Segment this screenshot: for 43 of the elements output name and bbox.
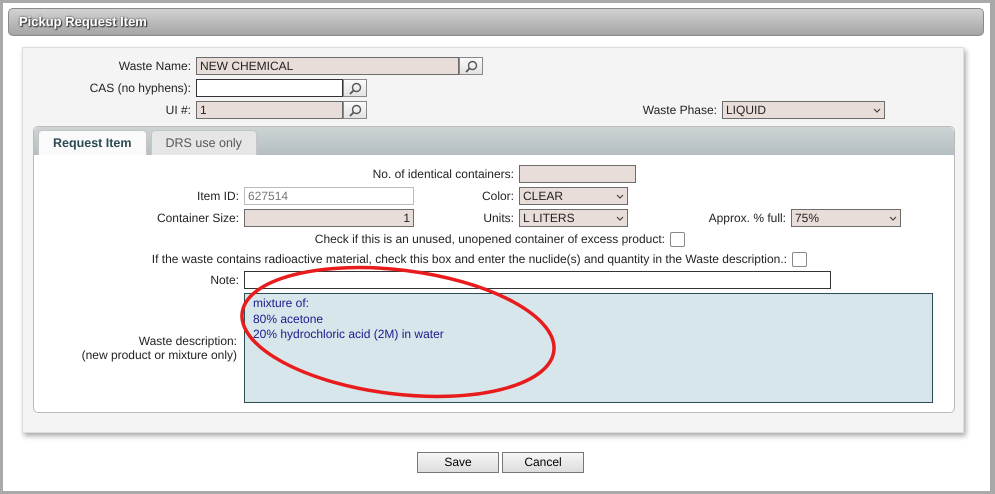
search-icon (464, 60, 478, 72)
input-field[interactable]: 1 (196, 101, 343, 119)
checkbox[interactable] (670, 232, 685, 246)
checkbox-label: If the waste contains radioactive material, check this box and enter the nuclide(s) and quantity in the Waste description.: (152, 252, 787, 266)
checkbox-label: Check if this is an unused, unopened container of excess product: (314, 232, 665, 246)
input-field[interactable] (244, 271, 831, 289)
input-field[interactable] (519, 165, 636, 183)
caret-icon (873, 108, 881, 112)
field-label: Waste Phase: (642, 102, 717, 117)
search-icon (348, 82, 362, 94)
field-label: Waste Name: (118, 58, 191, 73)
window-title: Pickup Request Item (19, 14, 147, 30)
field-label: No. of identical containers: (372, 166, 514, 181)
input-field[interactable]: NEW CHEMICAL (196, 57, 459, 75)
input-field[interactable] (196, 79, 343, 97)
field-label: UI #: (166, 102, 191, 117)
field-label: Units: (483, 210, 514, 225)
search-button[interactable] (343, 79, 367, 97)
search-button[interactable] (459, 57, 483, 75)
input-field[interactable]: 1 (244, 209, 414, 227)
dropdown[interactable]: CLEAR (519, 187, 628, 205)
form-button[interactable]: Cancel (502, 452, 584, 473)
checkbox[interactable] (792, 252, 807, 266)
field-label: Approx. % full: (708, 210, 786, 225)
field-label: Waste description: (138, 334, 237, 348)
dropdown[interactable]: 75% (791, 209, 901, 227)
field-label: Note: (210, 272, 239, 287)
search-icon (348, 104, 362, 116)
dropdown[interactable]: L LITERS (519, 209, 628, 227)
tab[interactable]: Request Item (38, 130, 146, 155)
field-label: Color: (482, 188, 514, 203)
caret-icon (616, 194, 624, 198)
caret-icon (616, 216, 624, 220)
description-textarea[interactable]: mixture of: 80% acetone 20% hydrochloric acid (2M) in water (244, 293, 933, 403)
field-hint: (new product or mixture only) (82, 348, 237, 362)
field-label: Container Size: (156, 210, 239, 225)
field-label: Item ID: (196, 188, 239, 203)
search-button[interactable] (343, 101, 367, 119)
dropdown[interactable]: LIQUID (722, 101, 885, 119)
tab[interactable]: DRS use only (150, 130, 257, 155)
caret-icon (889, 216, 897, 220)
form-button[interactable]: Save (417, 452, 499, 473)
field-label: CAS (no hyphens): (90, 80, 191, 95)
